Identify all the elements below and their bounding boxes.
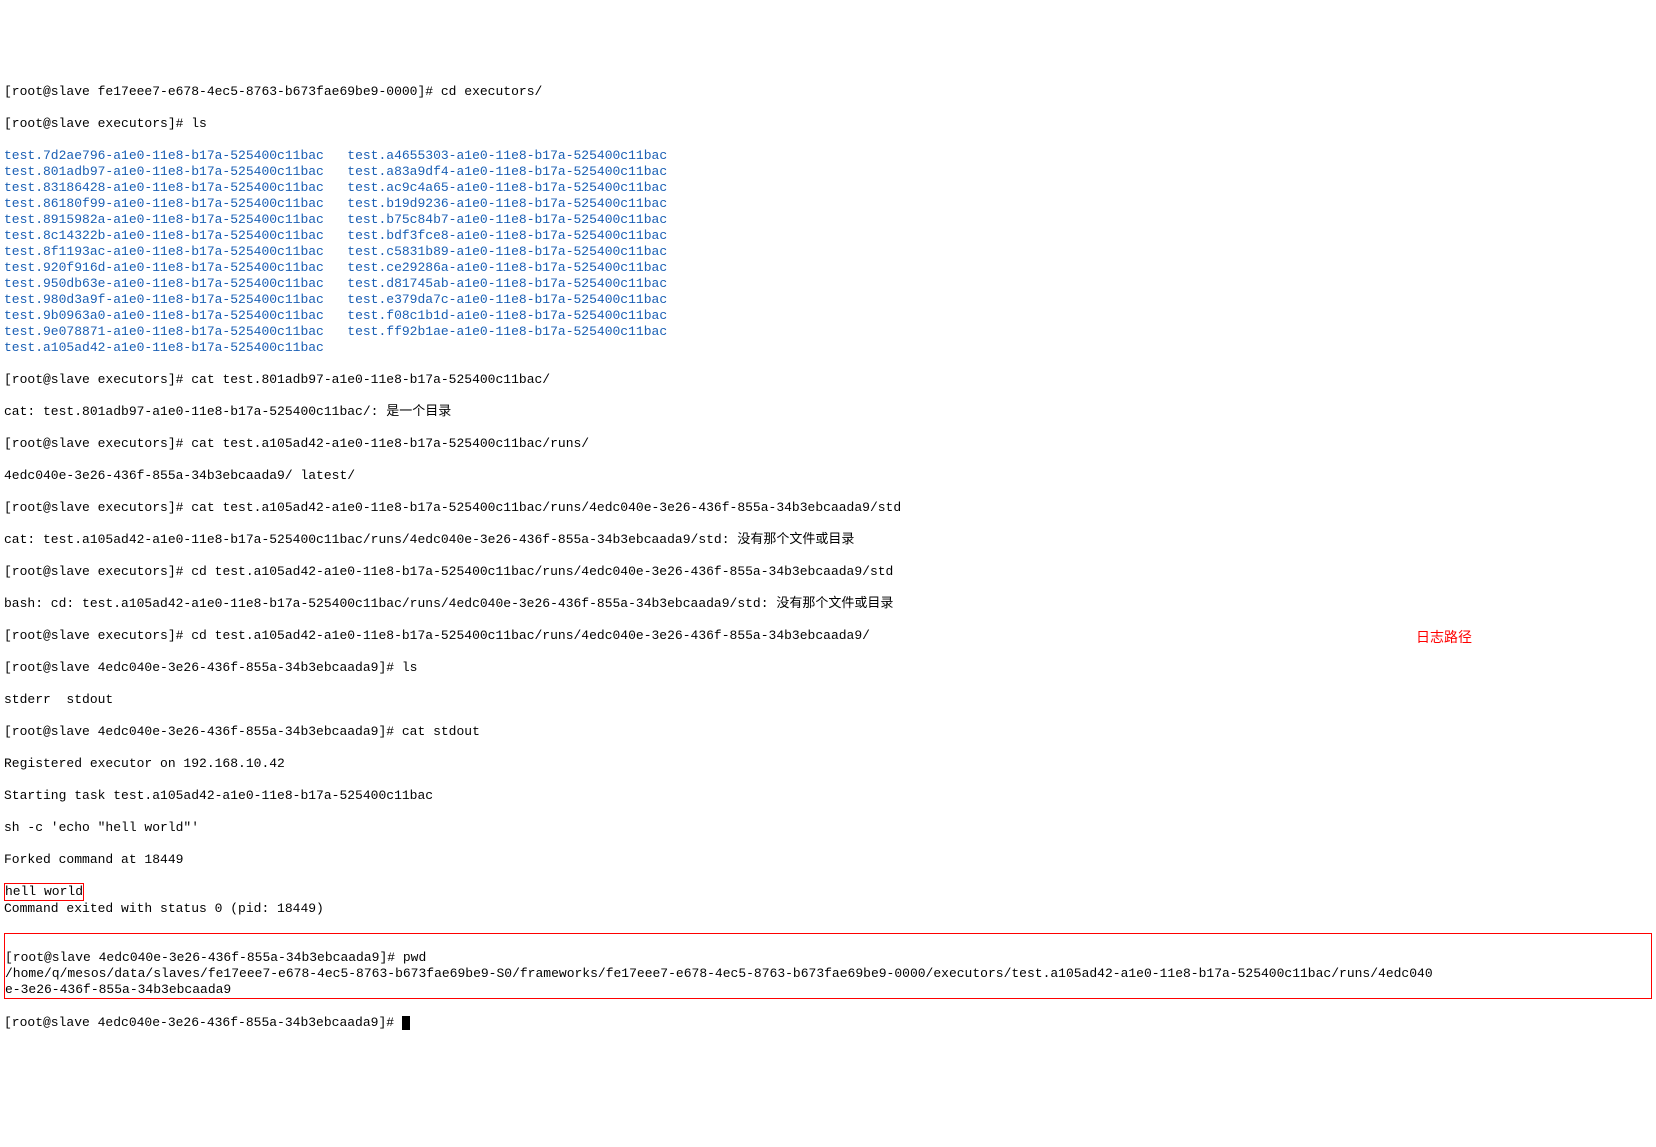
shell-prompt: [root@slave executors]# (4, 436, 191, 451)
directory-entry: test.ac9c4a65-a1e0-11e8-b17a-525400c11ba… (347, 180, 667, 195)
command-text: cat stdout (402, 724, 480, 739)
directory-entry: test.e379da7c-a1e0-11e8-b17a-525400c11ba… (347, 292, 667, 307)
terminal-line: [root@slave executors]# cat test.a105ad4… (4, 436, 1652, 452)
terminal-line: Forked command at 18449 (4, 852, 1652, 868)
pwd-output: /home/q/mesos/data/slaves/fe17eee7-e678-… (5, 966, 1433, 981)
terminal-line: [root@slave fe17eee7-e678-4ec5-8763-b673… (4, 84, 1652, 100)
directory-entry: test.b19d9236-a1e0-11e8-b17a-525400c11ba… (347, 196, 667, 211)
directory-entry: test.b75c84b7-a1e0-11e8-b17a-525400c11ba… (347, 212, 667, 227)
terminal-line: [root@slave executors]# cat test.801adb9… (4, 372, 1652, 388)
highlight-box-hello: hell world (4, 883, 84, 901)
directory-entry: test.980d3a9f-a1e0-11e8-b17a-525400c11ba… (4, 292, 324, 307)
highlight-box-path: [root@slave 4edc040e-3e26-436f-855a-34b3… (4, 933, 1652, 999)
shell-prompt: [root@slave fe17eee7-e678-4ec5-8763-b673… (4, 84, 441, 99)
command-text: cd test.a105ad42-a1e0-11e8-b17a-525400c1… (191, 564, 893, 579)
shell-prompt: [root@slave 4edc040e-3e26-436f-855a-34b3… (4, 1015, 402, 1030)
directory-entry: test.a83a9df4-a1e0-11e8-b17a-525400c11ba… (347, 164, 667, 179)
cursor-icon (402, 1016, 410, 1030)
terminal-line: 4edc040e-3e26-436f-855a-34b3ebcaada9/ la… (4, 468, 1652, 484)
shell-prompt: [root@slave executors]# (4, 500, 191, 515)
directory-entry: test.920f916d-a1e0-11e8-b17a-525400c11ba… (4, 260, 324, 275)
directory-entry: test.ff92b1ae-a1e0-11e8-b17a-525400c11ba… (347, 324, 667, 339)
terminal-line: Command exited with status 0 (pid: 18449… (4, 901, 1652, 917)
file-listing: test.7d2ae796-a1e0-11e8-b17a-525400c11ba… (4, 148, 1652, 356)
command-text: cd test.a105ad42-a1e0-11e8-b17a-525400c1… (191, 628, 870, 643)
directory-entry: test.c5831b89-a1e0-11e8-b17a-525400c11ba… (347, 244, 667, 259)
directory-entry: test.d81745ab-a1e0-11e8-b17a-525400c11ba… (347, 276, 667, 291)
command-text: ls (191, 116, 207, 131)
terminal-line: cat: test.a105ad42-a1e0-11e8-b17a-525400… (4, 532, 1652, 548)
directory-entry: test.8915982a-a1e0-11e8-b17a-525400c11ba… (4, 212, 324, 227)
terminal-output[interactable]: [root@slave fe17eee7-e678-4ec5-8763-b673… (4, 68, 1652, 1063)
terminal-line: stderr stdout (4, 692, 1652, 708)
shell-prompt: [root@slave executors]# (4, 564, 191, 579)
terminal-line: [root@slave 4edc040e-3e26-436f-855a-34b3… (4, 660, 1652, 676)
terminal-line: cat: test.801adb97-a1e0-11e8-b17a-525400… (4, 404, 1652, 420)
terminal-line: [root@slave executors]# ls (4, 116, 1652, 132)
directory-entry: test.8f1193ac-a1e0-11e8-b17a-525400c11ba… (4, 244, 324, 259)
directory-entry: test.f08c1b1d-a1e0-11e8-b17a-525400c11ba… (347, 308, 667, 323)
directory-entry: test.a4655303-a1e0-11e8-b17a-525400c11ba… (347, 148, 667, 163)
directory-entry: test.a105ad42-a1e0-11e8-b17a-525400c11ba… (4, 340, 324, 355)
terminal-line: [root@slave 4edc040e-3e26-436f-855a-34b3… (4, 724, 1652, 740)
directory-entry: test.ce29286a-a1e0-11e8-b17a-525400c11ba… (347, 260, 667, 275)
directory-entry: test.7d2ae796-a1e0-11e8-b17a-525400c11ba… (4, 148, 324, 163)
directory-entry: test.86180f99-a1e0-11e8-b17a-525400c11ba… (4, 196, 324, 211)
directory-entry: test.9b0963a0-a1e0-11e8-b17a-525400c11ba… (4, 308, 324, 323)
shell-prompt: [root@slave 4edc040e-3e26-436f-855a-34b3… (4, 724, 402, 739)
directory-entry: test.8c14322b-a1e0-11e8-b17a-525400c11ba… (4, 228, 324, 243)
command-text: cat test.a105ad42-a1e0-11e8-b17a-525400c… (191, 436, 589, 451)
directory-entry: test.9e078871-a1e0-11e8-b17a-525400c11ba… (4, 324, 324, 339)
directory-entry: test.83186428-a1e0-11e8-b17a-525400c11ba… (4, 180, 324, 195)
directory-entry: test.bdf3fce8-a1e0-11e8-b17a-525400c11ba… (347, 228, 667, 243)
command-text: cat test.a105ad42-a1e0-11e8-b17a-525400c… (191, 500, 901, 515)
terminal-line: [root@slave executors]# cd test.a105ad42… (4, 564, 1652, 580)
command-text: pwd (403, 950, 426, 965)
directory-entry: test.950db63e-a1e0-11e8-b17a-525400c11ba… (4, 276, 324, 291)
shell-prompt: [root@slave executors]# (4, 372, 191, 387)
terminal-line: bash: cd: test.a105ad42-a1e0-11e8-b17a-5… (4, 596, 1652, 612)
shell-prompt: [root@slave executors]# (4, 116, 191, 131)
terminal-line: sh -c 'echo "hell world"' (4, 820, 1652, 836)
command-text: cd executors/ (441, 84, 542, 99)
terminal-line: [root@slave executors]# cd test.a105ad42… (4, 628, 1652, 644)
terminal-line: Starting task test.a105ad42-a1e0-11e8-b1… (4, 788, 1652, 804)
pwd-output: e-3e26-436f-855a-34b3ebcaada9 (5, 982, 231, 997)
shell-prompt: [root@slave executors]# (4, 628, 191, 643)
shell-prompt: [root@slave 4edc040e-3e26-436f-855a-34b3… (5, 950, 403, 965)
terminal-line: [root@slave 4edc040e-3e26-436f-855a-34b3… (4, 1015, 1652, 1031)
terminal-line: Registered executor on 192.168.10.42 (4, 756, 1652, 772)
directory-entry: test.801adb97-a1e0-11e8-b17a-525400c11ba… (4, 164, 324, 179)
command-text: cat test.801adb97-a1e0-11e8-b17a-525400c… (191, 372, 550, 387)
terminal-line: [root@slave executors]# cat test.a105ad4… (4, 500, 1652, 516)
annotation-label: 日志路径 (1416, 631, 1472, 647)
terminal-line: hell world (5, 884, 83, 899)
